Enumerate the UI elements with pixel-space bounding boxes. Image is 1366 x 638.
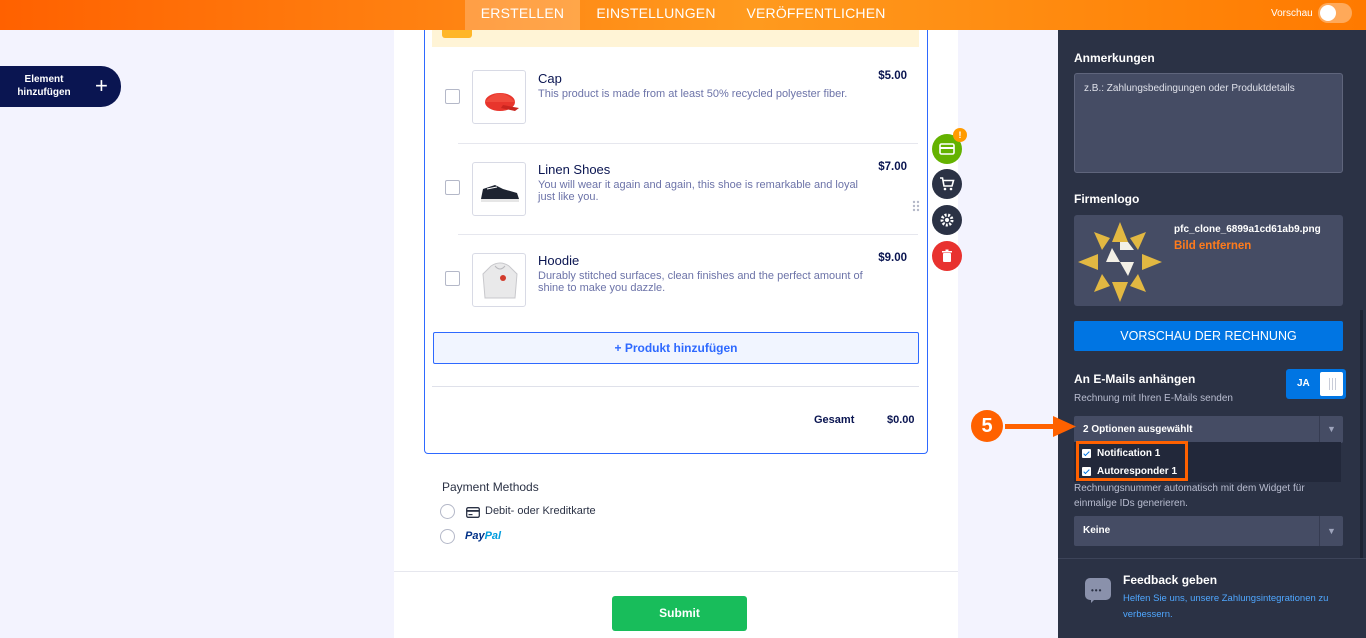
payment-radio-paypal[interactable] bbox=[440, 529, 455, 544]
hoodie-image bbox=[472, 253, 526, 307]
toggle-knob bbox=[1320, 372, 1343, 396]
shoes-image bbox=[472, 162, 526, 216]
product-checkbox[interactable] bbox=[445, 89, 460, 104]
settings-button[interactable] bbox=[932, 205, 962, 235]
tab-erstellen[interactable]: ERSTELLEN bbox=[465, 0, 580, 30]
panel-scrollbar[interactable] bbox=[1360, 310, 1363, 560]
notes-textarea[interactable]: z.B.: Zahlungsbedingungen oder Produktde… bbox=[1074, 73, 1343, 173]
feedback-link[interactable]: Helfen Sie uns, unsere Zahlungsintegrati… bbox=[1123, 591, 1348, 623]
remove-image-link[interactable]: Bild entfernen bbox=[1174, 240, 1251, 252]
step-number-badge: 5 bbox=[971, 410, 1003, 442]
feedback-title: Feedback geben bbox=[1123, 573, 1218, 587]
credit-card-icon bbox=[939, 143, 955, 155]
product-description: You will wear it again and again, this s… bbox=[538, 179, 859, 203]
logo-title: Firmenlogo bbox=[1074, 192, 1140, 206]
product-price: $7.00 bbox=[878, 161, 907, 173]
total-value: $0.00 bbox=[887, 414, 915, 426]
company-logo-image bbox=[1078, 222, 1162, 302]
add-element-button[interactable]: Element hinzufügen + bbox=[0, 66, 121, 107]
attach-emails-subtitle: Rechnung mit Ihren E-Mails senden bbox=[1074, 393, 1233, 404]
chat-dots: ••• bbox=[1091, 586, 1103, 595]
divider bbox=[458, 143, 918, 144]
attach-emails-title: An E-Mails anhängen bbox=[1074, 372, 1196, 386]
warning-badge: ! bbox=[953, 128, 967, 142]
chevron-down-icon: ▼ bbox=[1319, 416, 1343, 443]
tab-veroeffentlichen[interactable]: VERÖFFENTLICHEN bbox=[735, 0, 897, 30]
warning-flag-icon bbox=[442, 30, 472, 38]
product-name: Hoodie bbox=[538, 253, 580, 268]
product-price: $5.00 bbox=[878, 70, 907, 82]
divider bbox=[394, 571, 958, 572]
toggle-knob bbox=[1320, 5, 1336, 21]
logo-filename: pfc_clone_6899a1cd61ab9.png bbox=[1174, 224, 1321, 235]
notes-title: Anmerkungen bbox=[1074, 51, 1155, 65]
emails-select[interactable]: 2 Optionen ausgewählt ▼ bbox=[1074, 416, 1343, 443]
invoice-id-select[interactable]: Keine ▼ bbox=[1074, 516, 1343, 546]
divider bbox=[458, 234, 918, 235]
payment-option-card-label: Debit- oder Kreditkarte bbox=[485, 505, 596, 517]
product-price: $9.00 bbox=[878, 252, 907, 264]
payment-radio-card[interactable] bbox=[440, 504, 455, 519]
product-description: This product is made from at least 50% r… bbox=[538, 88, 848, 100]
delete-button[interactable] bbox=[932, 241, 962, 271]
preview-invoice-button[interactable]: VORSCHAU DER RECHNUNG bbox=[1074, 321, 1343, 351]
invoice-id-description: Rechnungsnummer automatisch mit dem Widg… bbox=[1074, 483, 1305, 509]
trash-icon bbox=[942, 249, 952, 262]
product-name: Linen Shoes bbox=[538, 162, 611, 177]
payment-methods-title: Payment Methods bbox=[442, 480, 539, 494]
product-checkbox[interactable] bbox=[445, 271, 460, 286]
cart-icon bbox=[940, 177, 955, 191]
gear-icon bbox=[940, 213, 954, 227]
divider bbox=[432, 386, 919, 387]
submit-button[interactable]: Submit bbox=[612, 596, 747, 631]
preview-label: Vorschau bbox=[1271, 8, 1313, 19]
cart-button[interactable] bbox=[932, 169, 962, 199]
select-value: Keine bbox=[1083, 525, 1111, 536]
select-value: 2 Optionen ausgewählt bbox=[1083, 424, 1193, 435]
add-element-label: Element hinzufügen bbox=[17, 74, 71, 98]
notice-banner bbox=[432, 30, 919, 47]
product-item-linen-shoes[interactable]: Linen Shoes You will wear it again and a… bbox=[432, 158, 919, 228]
total-label: Gesamt bbox=[814, 414, 855, 426]
toggle-label: JA bbox=[1297, 378, 1310, 389]
drag-handle-icon[interactable] bbox=[912, 199, 920, 212]
product-item-cap[interactable]: Cap This product is made from at least 5… bbox=[432, 66, 919, 136]
add-product-button[interactable]: + Produkt hinzufügen bbox=[433, 332, 919, 364]
paypal-label: ayPal bbox=[472, 530, 502, 542]
highlight-box bbox=[1076, 441, 1188, 481]
plus-icon: + bbox=[95, 73, 108, 98]
tab-einstellungen[interactable]: EINSTELLUNGEN bbox=[585, 0, 727, 30]
product-item-hoodie[interactable]: Hoodie Durably stitched surfaces, clean … bbox=[432, 249, 919, 319]
attach-emails-toggle[interactable]: JA bbox=[1286, 369, 1346, 399]
arrow-right-icon bbox=[1005, 416, 1076, 437]
paypal-logo: PayPal bbox=[465, 530, 502, 542]
product-name: Cap bbox=[538, 71, 562, 86]
cap-image bbox=[472, 70, 526, 124]
credit-card-icon bbox=[466, 505, 480, 523]
chevron-down-icon: ▼ bbox=[1319, 516, 1343, 546]
top-navigation-bar: ERSTELLEN EINSTELLUNGEN VERÖFFENTLICHEN … bbox=[0, 0, 1366, 30]
product-description: Durably stitched surfaces, clean finishe… bbox=[538, 270, 863, 294]
product-checkbox[interactable] bbox=[445, 180, 460, 195]
preview-toggle[interactable] bbox=[1318, 3, 1352, 23]
